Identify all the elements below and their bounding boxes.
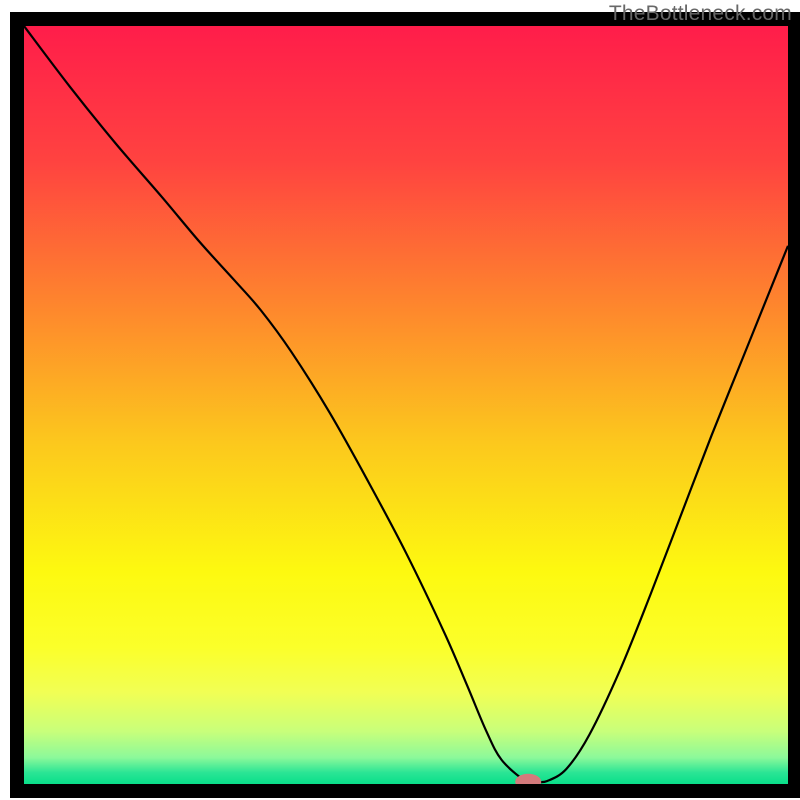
bottleneck-chart: TheBottleneck.com (0, 0, 800, 800)
gradient-background (24, 26, 788, 784)
watermark-text: TheBottleneck.com (609, 2, 792, 26)
plot-svg (0, 0, 800, 800)
